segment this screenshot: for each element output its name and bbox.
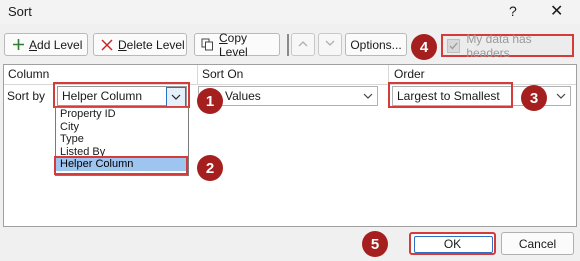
add-level-button[interactable]: Add Level [4,33,88,56]
callout-badge-5: 5 [362,231,388,257]
copy-level-label: Copy Level [218,30,248,59]
callout-badge-2: 2 [197,155,223,181]
close-button[interactable]: ✕ [550,1,563,21]
sort-dialog: Sort ? ✕ Add Level Delete Level Copy Lev… [0,0,580,261]
title-bar: Sort ? ✕ [0,0,580,24]
column-header: Column [8,67,50,81]
callout-badge-4: 4 [411,34,437,60]
header-divider [197,65,198,84]
ok-button[interactable]: OK [409,232,496,255]
cancel-button[interactable]: Cancel [501,232,574,255]
move-up-button[interactable] [291,33,315,56]
copy-level-button[interactable]: Copy Level [194,30,280,59]
dialog-title: Sort [8,4,32,19]
chevron-down-icon[interactable] [359,87,377,105]
headers-checkbox-highlight: My data has headers [441,31,574,60]
callout-badge-3: 3 [521,85,547,111]
list-item[interactable]: City [56,121,188,134]
list-item[interactable]: Property ID [56,108,188,121]
toolbar-separator [287,34,289,56]
add-level-label: Add Level [29,37,83,52]
sort-on-dropdown[interactable]: Values [198,86,378,106]
chevron-down-icon[interactable] [552,87,570,105]
options-button[interactable]: Options... [345,33,407,56]
chevron-up-icon [298,39,308,50]
help-button[interactable]: ? [509,3,517,19]
x-icon [100,38,114,52]
move-down-button[interactable] [318,33,342,56]
copy-icon [201,38,215,52]
options-label: Options... [350,37,402,52]
sort-by-label: Sort by [7,89,46,103]
plus-icon [11,38,25,52]
delete-level-label: Delete Level [118,37,185,52]
delete-level-button[interactable]: Delete Level [93,33,187,56]
chevron-down-icon [325,39,335,50]
ok-focus-ring [414,236,493,253]
list-item[interactable]: Type [56,133,188,146]
my-data-has-headers-checkbox[interactable] [447,38,461,53]
sort-on-header: Sort On [202,67,244,81]
column-dropdown-highlight [53,82,190,108]
cancel-label: Cancel [518,236,557,251]
selected-option-highlight [54,156,188,175]
my-data-has-headers-label: My data has headers [466,31,532,60]
order-dropdown-highlight [388,82,513,108]
callout-badge-1: 1 [197,88,223,114]
